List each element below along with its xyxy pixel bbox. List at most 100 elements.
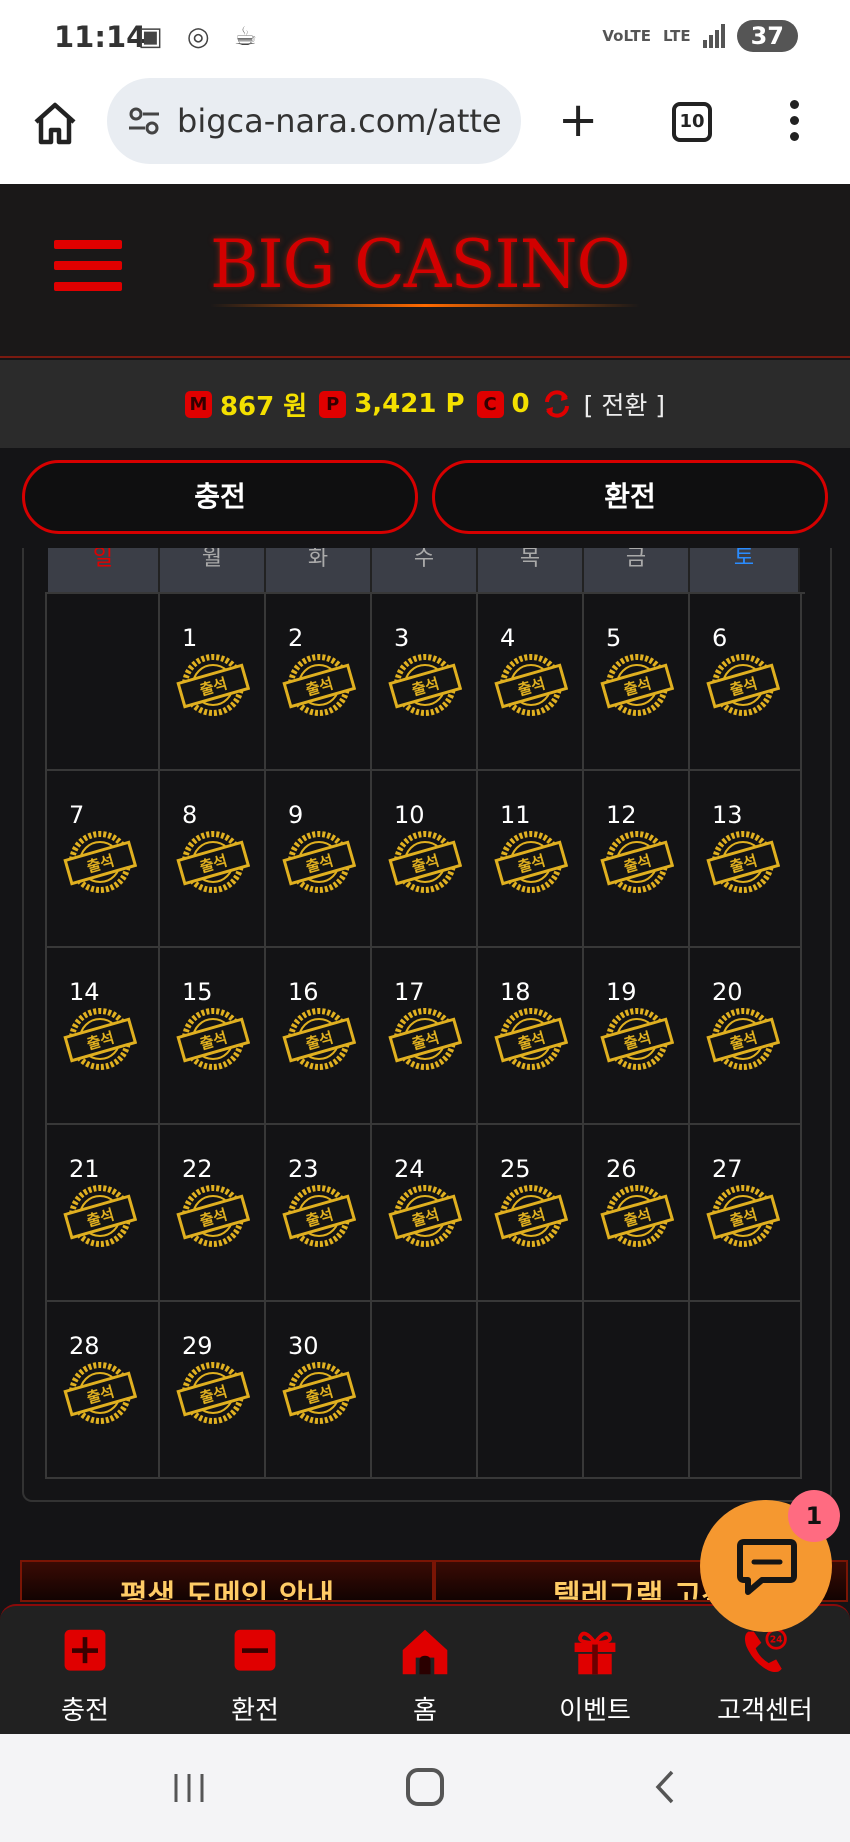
attendance-stamp-icon: 출석 xyxy=(63,831,137,893)
calendar-day-cell: 29 출석 xyxy=(160,1302,266,1479)
calendar-day-cell: 18 출석 xyxy=(478,948,584,1125)
calendar-empty-cell xyxy=(47,594,160,771)
calendar-day-cell: 10 출석 xyxy=(372,771,478,948)
calendar-day-cell: 28 출석 xyxy=(47,1302,160,1479)
day-number: 7 xyxy=(69,801,85,829)
address-bar[interactable]: bigca-nara.com/atte xyxy=(107,78,521,164)
android-navigation-bar xyxy=(0,1734,850,1842)
day-number: 4 xyxy=(500,624,516,652)
calendar-day-cell: 3 출석 xyxy=(372,594,478,771)
day-number: 26 xyxy=(606,1155,637,1183)
day-number: 9 xyxy=(288,801,304,829)
weekday-label: 일 xyxy=(48,548,160,592)
hamburger-menu-icon[interactable] xyxy=(54,240,122,303)
day-number: 16 xyxy=(288,978,319,1006)
coin-badge: C xyxy=(476,390,504,418)
attendance-stamp-icon: 출석 xyxy=(63,1008,137,1070)
chat-bubble-icon xyxy=(737,1539,797,1595)
refresh-icon[interactable] xyxy=(542,389,572,419)
calendar-day-cell: 8 출석 xyxy=(160,771,266,948)
day-number: 25 xyxy=(500,1155,531,1183)
day-number: 28 xyxy=(69,1332,100,1360)
url-text[interactable]: bigca-nara.com/atte xyxy=(177,102,517,140)
calendar-grid: 1 출석 2 출석 3 출석 4 출석 5 출석 6 출석 7 출석 8 출석 9 출석 10 출석 11 출석 12 출석 1… xyxy=(45,592,805,1479)
charge-button[interactable]: 충전 xyxy=(22,460,418,534)
attendance-stamp-icon: 출석 xyxy=(388,1185,462,1247)
calendar-empty-cell xyxy=(690,1302,802,1479)
weekday-label: 수 xyxy=(372,548,478,592)
calendar-day-cell: 4 출석 xyxy=(478,594,584,771)
attendance-stamp-icon: 출석 xyxy=(176,1185,250,1247)
calendar-day-cell: 5 출석 xyxy=(584,594,690,771)
attendance-stamp-icon: 출석 xyxy=(63,1185,137,1247)
calendar-day-cell: 11 출석 xyxy=(478,771,584,948)
minus-icon xyxy=(234,1629,276,1671)
android-home-icon[interactable] xyxy=(406,1768,444,1806)
day-number: 21 xyxy=(69,1155,100,1183)
calendar-day-cell: 9 출석 xyxy=(266,771,372,948)
calendar-day-cell: 27 출석 xyxy=(690,1125,802,1302)
site-logo[interactable]: BIG CASINO xyxy=(210,226,631,303)
day-number: 17 xyxy=(394,978,425,1006)
bottom-nav-item[interactable]: 충전 xyxy=(0,1606,170,1734)
day-number: 15 xyxy=(182,978,213,1006)
calendar-day-cell: 20 출석 xyxy=(690,948,802,1125)
exchange-button[interactable]: 환전 xyxy=(432,460,828,534)
attendance-stamp-icon: 출석 xyxy=(282,654,356,716)
calendar-day-cell: 26 출석 xyxy=(584,1125,690,1302)
weekday-label: 금 xyxy=(584,548,690,592)
attendance-stamp-icon: 출석 xyxy=(494,831,568,893)
chat-notification-badge: 1 xyxy=(788,1490,840,1542)
site-settings-icon[interactable] xyxy=(127,104,161,138)
calendar-day-cell: 14 출석 xyxy=(47,948,160,1125)
day-number: 27 xyxy=(712,1155,743,1183)
weekday-header: 일월화수목금토 xyxy=(48,548,828,592)
attendance-stamp-icon: 출석 xyxy=(706,831,780,893)
network-indicator: LTE xyxy=(663,27,691,45)
calendar-day-cell: 7 출석 xyxy=(47,771,160,948)
calendar-day-cell: 13 출석 xyxy=(690,771,802,948)
new-tab-button[interactable]: + xyxy=(558,96,598,144)
calendar-day-cell: 17 출석 xyxy=(372,948,478,1125)
bottom-nav-label: 충전 xyxy=(61,1696,109,1726)
status-time: 11:14 xyxy=(54,20,147,54)
attendance-stamp-icon: 출석 xyxy=(494,654,568,716)
bottom-nav-label: 홈 xyxy=(413,1696,437,1726)
site-header: BIG CASINO xyxy=(0,184,850,358)
attendance-stamp-icon: 출석 xyxy=(706,1185,780,1247)
day-number: 5 xyxy=(606,624,622,652)
bottom-nav-item[interactable]: 이벤트 xyxy=(510,1606,680,1734)
signal-icon xyxy=(702,24,725,48)
back-icon[interactable] xyxy=(650,1768,680,1806)
browser-menu-icon[interactable] xyxy=(790,100,800,148)
balance-bar: M 867 원 P 3,421 P C 0 [ 전환 ] xyxy=(0,360,850,448)
calendar-day-cell: 21 출석 xyxy=(47,1125,160,1302)
calendar-day-cell: 19 출석 xyxy=(584,948,690,1125)
action-row: 충전 환전 xyxy=(0,448,850,548)
convert-button[interactable]: [ 전환 ] xyxy=(584,386,665,422)
calendar-day-cell: 6 출석 xyxy=(690,594,802,771)
day-number: 18 xyxy=(500,978,531,1006)
calendar-day-cell: 24 출석 xyxy=(372,1125,478,1302)
day-number: 22 xyxy=(182,1155,213,1183)
attendance-stamp-icon: 출석 xyxy=(282,1362,356,1424)
plus-icon xyxy=(64,1629,106,1671)
recent-apps-icon[interactable] xyxy=(172,1772,206,1804)
domain-promo-banner[interactable]: 평생 도메인 안내 xyxy=(20,1560,434,1602)
point-badge: P xyxy=(319,390,347,418)
bottom-navigation: 충전 환전 홈 이벤트 24 고객센터 xyxy=(0,1604,850,1734)
attendance-stamp-icon: 출석 xyxy=(494,1008,568,1070)
calendar-empty-cell xyxy=(478,1302,584,1479)
calendar-day-cell: 16 출석 xyxy=(266,948,372,1125)
tab-switcher-button[interactable]: 10 xyxy=(672,102,712,142)
day-number: 30 xyxy=(288,1332,319,1360)
day-number: 19 xyxy=(606,978,637,1006)
coin-value: 0 xyxy=(511,389,530,419)
browser-home-icon[interactable] xyxy=(30,98,80,148)
bottom-nav-item[interactable]: 환전 xyxy=(170,1606,340,1734)
attendance-stamp-icon: 출석 xyxy=(176,1362,250,1424)
home-icon xyxy=(402,1629,448,1675)
bottom-nav-label: 고객센터 xyxy=(717,1696,813,1726)
bottom-nav-item[interactable]: 홈 xyxy=(340,1606,510,1734)
calendar-day-cell: 2 출석 xyxy=(266,594,372,771)
